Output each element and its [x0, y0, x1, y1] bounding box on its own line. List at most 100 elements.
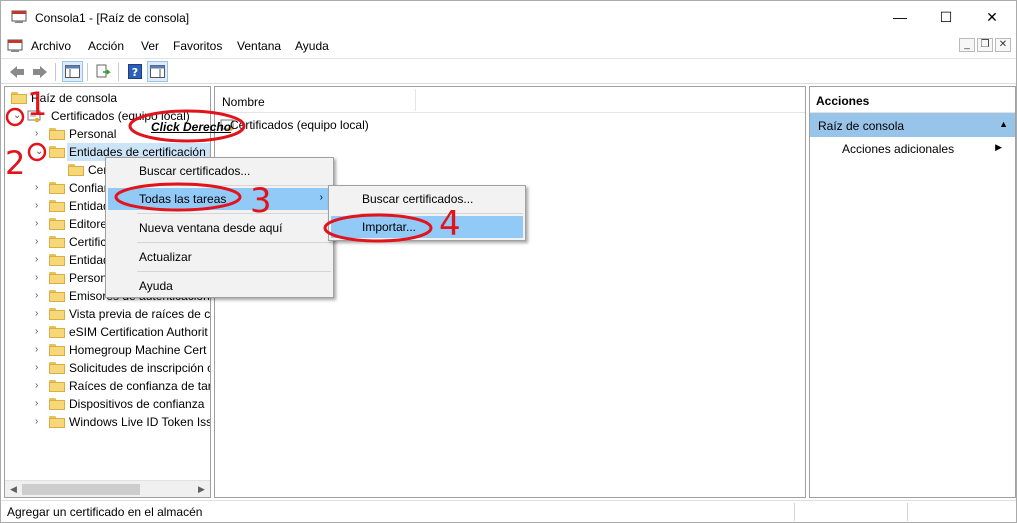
menu-accion[interactable]: Acción: [88, 39, 124, 53]
export-list-icon: [96, 64, 111, 78]
collapse-triangle-icon[interactable]: ▲: [999, 119, 1008, 129]
tree-item-dispositivos[interactable]: › Dispositivos de confianza: [5, 395, 210, 413]
menu-ventana[interactable]: Ventana: [237, 39, 281, 53]
expand-chevron-icon[interactable]: ›: [35, 323, 45, 341]
expand-chevron-icon[interactable]: ›: [35, 413, 45, 431]
expand-chevron-icon[interactable]: ›: [35, 269, 45, 287]
actions-section-header[interactable]: Raíz de consola ▲: [810, 113, 1015, 137]
back-button[interactable]: [6, 61, 27, 82]
context-item-buscar[interactable]: Buscar certificados...: [108, 160, 331, 182]
tree-item-homegroup[interactable]: › Homegroup Machine Cert: [5, 341, 210, 359]
submenu-arrow-icon: ▶: [995, 142, 1002, 152]
menu-ayuda[interactable]: Ayuda: [295, 39, 329, 53]
folder-icon: [49, 290, 65, 302]
folder-icon: [49, 326, 65, 338]
actions-title: Acciones: [810, 87, 1015, 113]
folder-icon: [49, 182, 65, 194]
column-header[interactable]: Nombre: [215, 87, 805, 113]
folder-icon: [11, 92, 27, 104]
folder-icon: [49, 416, 65, 428]
expand-chevron-icon[interactable]: ›: [35, 341, 45, 359]
context-item-nueva-ventana[interactable]: Nueva ventana desde aquí: [108, 217, 331, 239]
menu-bar: Archivo Acción Ver Favoritos Ventana Ayu…: [1, 35, 1016, 57]
scrollbar-thumb[interactable]: [22, 484, 140, 495]
context-item-actualizar[interactable]: Actualizar: [108, 246, 331, 268]
back-arrow-icon: [9, 65, 24, 78]
context-item-label: Todas las tareas: [139, 192, 227, 206]
tree-horizontal-scrollbar[interactable]: ◀ ▶: [5, 480, 210, 497]
expand-chevron-icon[interactable]: ›: [35, 287, 45, 305]
tree-item-solicitudes[interactable]: › Solicitudes de inscripción c: [5, 359, 210, 377]
forward-button[interactable]: [29, 61, 50, 82]
expand-chevron-icon[interactable]: ›: [35, 125, 45, 143]
expand-chevron-icon[interactable]: ›: [35, 305, 45, 323]
annotation-step-1: 1: [27, 85, 48, 123]
submenu-item-buscar[interactable]: Buscar certificados...: [331, 188, 523, 210]
tree-label: Dispositivos de confianza: [69, 397, 205, 411]
close-icon: ✕: [986, 8, 998, 25]
expand-chevron-icon[interactable]: ›: [35, 215, 45, 233]
context-item-todas-tareas[interactable]: Todas las tareas ›: [108, 188, 331, 210]
tree-item-windows-live[interactable]: › Windows Live ID Token Issu: [5, 413, 210, 431]
tree-item-esim[interactable]: › eSIM Certification Authorit: [5, 323, 210, 341]
title-bar[interactable]: Consola1 - [Raíz de consola] — ☐ ✕: [1, 1, 1016, 33]
maximize-icon: ☐: [939, 8, 953, 25]
maximize-button[interactable]: ☐: [923, 1, 969, 33]
tree-label: Personal: [69, 127, 117, 141]
context-item-ayuda[interactable]: Ayuda: [108, 275, 331, 297]
folder-icon: [68, 164, 84, 176]
menu-ver[interactable]: Ver: [141, 39, 159, 53]
menu-favoritos[interactable]: Favoritos: [173, 39, 222, 53]
column-divider[interactable]: [415, 89, 416, 111]
more-actions-item[interactable]: Acciones adicionales ▶: [842, 142, 1002, 156]
expand-chevron-icon[interactable]: ›: [35, 251, 45, 269]
context-item-label: Ayuda: [139, 279, 173, 293]
folder-icon: [49, 272, 65, 284]
expand-chevron-icon[interactable]: ›: [35, 377, 45, 395]
console-menu-icon[interactable]: [7, 38, 23, 54]
forward-arrow-icon: [32, 65, 47, 78]
actions-section-label: Raíz de consola: [818, 119, 905, 133]
context-item-label: Buscar certificados...: [139, 164, 251, 178]
menu-separator: [137, 185, 331, 186]
mdi-minimize-button[interactable]: _: [959, 38, 975, 52]
export-list-button[interactable]: [93, 61, 114, 82]
show-hide-action-pane-button[interactable]: [147, 61, 168, 82]
show-hide-tree-button[interactable]: [62, 61, 83, 82]
folder-icon: [49, 362, 65, 374]
expand-chevron-icon[interactable]: ›: [35, 359, 45, 377]
folder-icon: [49, 344, 65, 356]
folder-icon: [49, 308, 65, 320]
folder-icon: [49, 380, 65, 392]
actions-pane: Acciones Raíz de consola ▲ Acciones adic…: [809, 86, 1016, 498]
expand-chevron-icon[interactable]: ›: [35, 395, 45, 413]
mdi-close-button[interactable]: ✕: [995, 38, 1011, 52]
menu-archivo[interactable]: Archivo: [31, 39, 71, 53]
scroll-left-icon[interactable]: ◀: [5, 481, 22, 497]
toolbar-separator: [118, 63, 119, 81]
collapse-chevron-icon[interactable]: ⌄: [13, 107, 23, 125]
submenu-item-importar[interactable]: Importar...: [331, 216, 523, 238]
expand-chevron-icon[interactable]: ›: [35, 197, 45, 215]
toolbar-separator: [87, 63, 88, 81]
collapse-chevron-icon[interactable]: ⌄: [35, 143, 45, 161]
help-button[interactable]: ?: [124, 61, 145, 82]
tree-item-vista-previa[interactable]: › Vista previa de raíces de co: [5, 305, 210, 323]
minimize-button[interactable]: —: [877, 1, 923, 33]
expand-chevron-icon[interactable]: ›: [35, 179, 45, 197]
toolbar: ?: [1, 58, 1016, 84]
expand-chevron-icon[interactable]: ›: [35, 233, 45, 251]
status-text: Agregar un certificado en el almacén: [7, 505, 203, 519]
mdi-restore-button[interactable]: ❐: [977, 38, 993, 52]
context-item-label: Nueva ventana desde aquí: [139, 221, 283, 235]
annotation-step-3: 3: [250, 181, 272, 221]
tree-item-raices-tarjeta[interactable]: › Raíces de confianza de tarj: [5, 377, 210, 395]
column-header-name[interactable]: Nombre: [222, 95, 265, 109]
svg-text:?: ?: [131, 66, 137, 79]
scroll-right-icon[interactable]: ▶: [193, 481, 210, 497]
close-button[interactable]: ✕: [969, 1, 1015, 33]
folder-icon: [49, 236, 65, 248]
annotation-step-4: 4: [439, 204, 461, 244]
context-item-label: Actualizar: [139, 250, 192, 264]
status-bar: Agregar un certificado en el almacén: [1, 500, 1016, 522]
